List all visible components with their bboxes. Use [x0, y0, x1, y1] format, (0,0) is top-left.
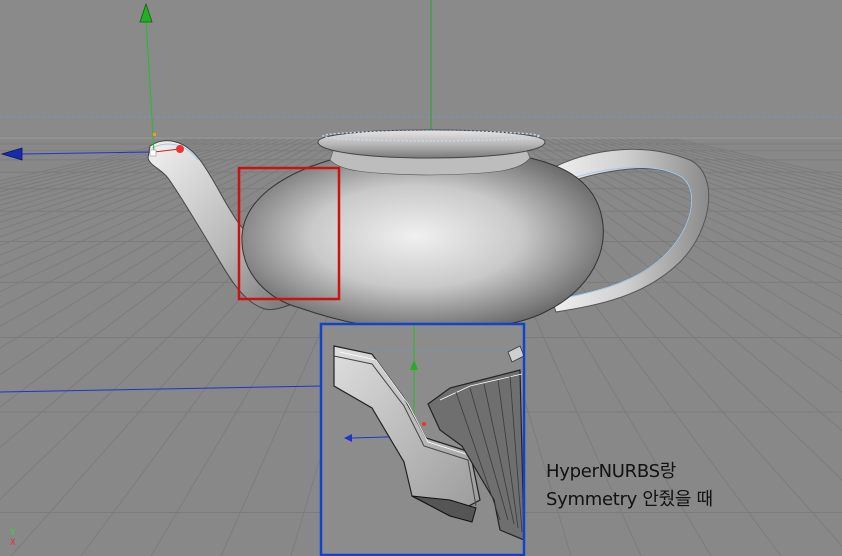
closeup-inset	[319, 322, 526, 556]
caption-line-1: HyperNURBS랑	[546, 461, 676, 482]
object-origin-handle[interactable]	[149, 149, 157, 157]
3d-viewport[interactable]: HyperNURBS랑 Symmetry 안줬을 때 Y X	[0, 0, 842, 556]
red-dot-icon[interactable]	[176, 145, 184, 153]
origin-marker	[153, 133, 156, 136]
axis-indicator-x-label: X	[10, 538, 16, 548]
annotation-caption: HyperNURBS랑 Symmetry 안줬을 때	[546, 458, 713, 514]
view-axis-indicator: Y X	[10, 528, 15, 548]
axis-indicator-y-label: Y	[10, 528, 16, 538]
caption-line-2: Symmetry 안줬을 때	[546, 489, 713, 510]
sky-area	[0, 0, 842, 136]
viewport-canvas[interactable]	[0, 0, 842, 556]
